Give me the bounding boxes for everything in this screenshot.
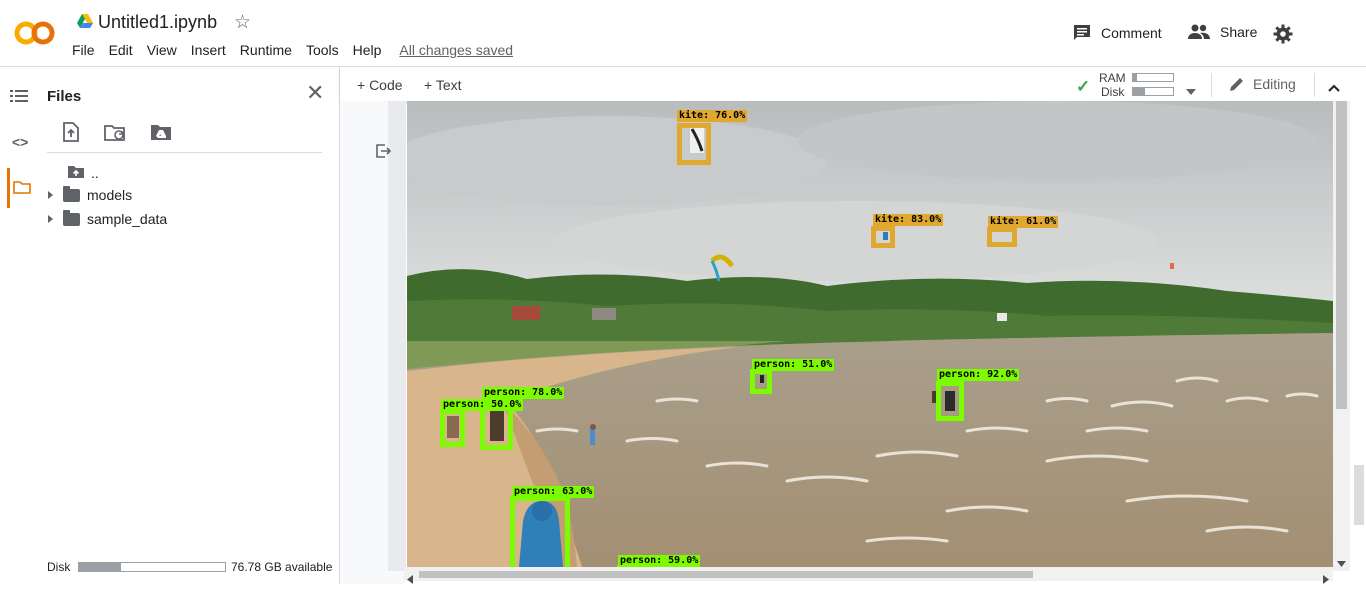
disk-label-toolbar: Disk [1101, 85, 1125, 99]
add-text-button[interactable]: + Text [424, 77, 462, 93]
detection-box [750, 369, 772, 394]
detection-label: person: 78.0% [482, 387, 565, 399]
menu-insert[interactable]: Insert [191, 42, 226, 58]
editing-mode-button[interactable]: Editing [1229, 76, 1296, 92]
editing-label: Editing [1253, 76, 1296, 92]
tree-item-label: models [87, 187, 133, 203]
detection-box [936, 381, 964, 421]
tree-item-sample-data[interactable]: sample_data [48, 209, 168, 227]
detection-box [510, 496, 570, 567]
collapse-chevron-icon[interactable] [1328, 79, 1340, 97]
code-snippets-icon[interactable]: <> [12, 134, 28, 150]
rail-active-indicator [7, 168, 10, 208]
refresh-folder-icon[interactable] [104, 124, 128, 147]
add-code-button[interactable]: + Code [357, 77, 403, 93]
folder-icon[interactable] [13, 180, 31, 199]
disk-label: Disk [47, 560, 71, 574]
output-exit-icon[interactable] [375, 143, 392, 164]
notebook-toolbar [340, 67, 1366, 101]
tree-item-parent[interactable]: .. [67, 164, 99, 182]
table-of-contents-icon[interactable] [10, 88, 30, 109]
page-scroll-thumb[interactable] [1354, 465, 1364, 525]
menu-bar: File Edit View Insert Runtime Tools Help… [72, 42, 527, 58]
tree-item-label: .. [91, 165, 99, 181]
mount-drive-icon[interactable] [150, 124, 172, 146]
toolbar-divider [1211, 73, 1212, 97]
toolbar-divider [1314, 73, 1315, 97]
scroll-left-arrow-icon[interactable] [407, 571, 413, 589]
share-button[interactable]: Share [1188, 24, 1257, 40]
page-scroll-track [1350, 101, 1366, 584]
upload-icon[interactable] [62, 122, 80, 147]
detection-label: kite: 83.0% [873, 214, 944, 226]
menu-edit[interactable]: Edit [109, 42, 133, 58]
ram-label: RAM [1099, 71, 1126, 85]
tree-item-label: sample_data [87, 211, 168, 227]
folder-up-icon [67, 164, 85, 182]
scroll-down-arrow-icon[interactable] [1337, 554, 1346, 572]
disk-usage-bar [78, 562, 226, 572]
notebook-title[interactable]: Untitled1.ipynb [98, 12, 217, 33]
comment-label: Comment [1101, 25, 1162, 41]
pencil-icon [1230, 78, 1243, 91]
detection-label: person: 59.0% [618, 555, 701, 567]
connected-check-icon[interactable]: ✓ [1076, 77, 1090, 97]
folder-icon [63, 209, 80, 226]
close-icon[interactable]: ✕ [306, 80, 324, 106]
files-panel-title: Files [47, 88, 82, 105]
star-icon[interactable]: ☆ [234, 11, 251, 34]
detection-box [440, 409, 465, 447]
colab-logo[interactable] [14, 16, 56, 55]
disk-usage-fill [79, 563, 122, 571]
files-panel [40, 67, 340, 584]
vertical-scroll-thumb[interactable] [1336, 101, 1347, 409]
ram-meter[interactable] [1132, 73, 1174, 82]
detection-label: kite: 76.0% [677, 110, 748, 122]
menu-runtime[interactable]: Runtime [240, 42, 292, 58]
menu-view[interactable]: View [147, 42, 177, 58]
drive-icon [77, 14, 93, 33]
comment-icon [1074, 25, 1090, 40]
menu-help[interactable]: Help [353, 42, 382, 58]
gear-icon[interactable] [1273, 24, 1293, 49]
detection-label: person: 92.0% [937, 369, 1020, 381]
detection-label: person: 63.0% [512, 486, 595, 498]
disk-meter-fill [1133, 88, 1145, 95]
disk-meter[interactable] [1132, 87, 1174, 96]
disk-available-text: 76.78 GB available [231, 560, 333, 574]
share-label: Share [1220, 24, 1258, 40]
detection-label: person: 50.0% [441, 399, 524, 411]
scroll-right-arrow-icon[interactable] [1323, 571, 1329, 589]
menu-tools[interactable]: Tools [306, 42, 339, 58]
detection-output-image: kite: 76.0% kite: 83.0% kite: 61.0% pers… [407, 101, 1333, 567]
expand-arrow-icon[interactable] [48, 191, 53, 199]
comment-button[interactable]: Comment [1073, 24, 1162, 42]
save-status-link[interactable]: All changes saved [399, 42, 513, 58]
dropdown-arrow-icon[interactable] [1186, 82, 1196, 100]
cell-output-column [388, 101, 406, 571]
people-icon [1188, 24, 1210, 39]
folder-icon [63, 185, 80, 202]
menu-file[interactable]: File [72, 42, 95, 58]
detection-box [987, 227, 1017, 247]
tree-item-models[interactable]: models [48, 185, 133, 203]
files-divider [47, 152, 322, 153]
detection-label: person: 51.0% [752, 359, 835, 371]
ram-meter-fill [1133, 74, 1137, 81]
detection-box [677, 123, 711, 165]
expand-arrow-icon[interactable] [48, 215, 53, 223]
detection-box [871, 226, 895, 248]
detection-label: kite: 61.0% [988, 216, 1059, 228]
horizontal-scroll-thumb[interactable] [419, 571, 1033, 578]
